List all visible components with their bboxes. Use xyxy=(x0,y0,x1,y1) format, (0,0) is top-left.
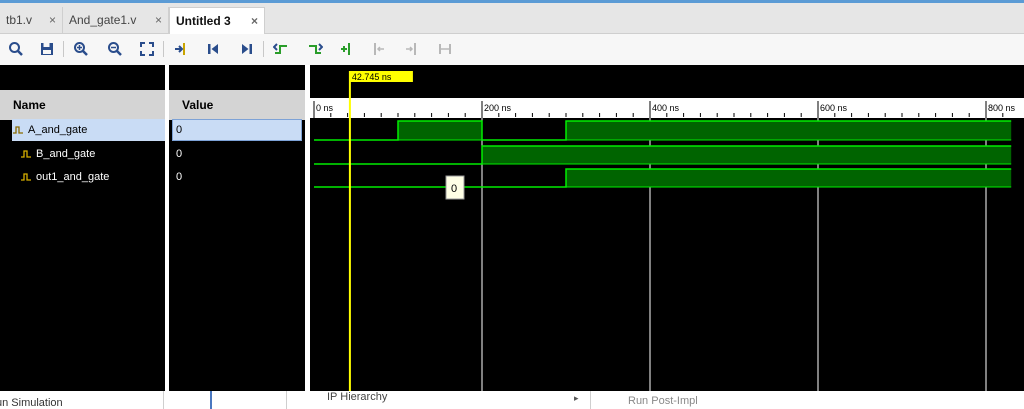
signal-name-row[interactable]: out1_and_gate xyxy=(20,166,165,188)
go-to-last-time-icon[interactable] xyxy=(236,38,258,60)
timeline-tick-label: 200 ns xyxy=(484,103,512,113)
value-header-label: Value xyxy=(182,98,214,112)
signal-value-row[interactable]: 0 xyxy=(172,119,302,141)
signal-name: out1_and_gate xyxy=(36,171,110,183)
run-simulation-label: un Simulation xyxy=(0,397,63,409)
next-marker-icon[interactable] xyxy=(400,38,422,60)
next-transition-icon[interactable] xyxy=(304,38,326,60)
signal-value: 0 xyxy=(176,171,183,183)
close-icon[interactable]: × xyxy=(251,14,258,28)
name-column-header[interactable]: Name xyxy=(0,90,165,120)
go-to-time-zero-icon[interactable] xyxy=(202,38,224,60)
previous-transition-icon[interactable] xyxy=(270,38,292,60)
signal-name-row[interactable]: A_and_gate xyxy=(12,119,165,141)
value-column-header[interactable]: Value xyxy=(169,90,305,120)
zoom-out-icon[interactable] xyxy=(104,38,126,60)
search-icon[interactable] xyxy=(5,38,27,60)
close-icon[interactable]: × xyxy=(155,13,162,27)
close-icon[interactable]: × xyxy=(49,13,56,27)
signal-name: A_and_gate xyxy=(28,124,88,136)
name-header-label: Name xyxy=(13,98,46,112)
signal-value-panel: Value 0 0 0 xyxy=(169,65,305,391)
cursor-time-label: 42.745 ns xyxy=(352,72,392,82)
value-tooltip-text: 0 xyxy=(451,183,457,195)
signal-value: 0 xyxy=(176,148,183,160)
tab-and-gate1-v[interactable]: And_gate1.v × xyxy=(63,7,169,33)
signal-name-panel: Name A_and_gate B_and_gate out1_and_gate xyxy=(0,65,165,391)
tab-label: tb1.v xyxy=(6,13,33,27)
go-to-cursor-icon[interactable] xyxy=(170,38,192,60)
save-icon[interactable] xyxy=(36,38,58,60)
signal-name-row[interactable]: B_and_gate xyxy=(20,143,165,165)
timeline-tick-label: 400 ns xyxy=(652,103,680,113)
signal-value-row[interactable]: 0 xyxy=(176,143,302,165)
zoom-fit-icon[interactable] xyxy=(136,38,158,60)
editor-tab-bar: tb1.v × And_gate1.v × Untitled 3 × xyxy=(0,3,1024,34)
swap-cursors-icon[interactable] xyxy=(434,38,456,60)
signal-icon xyxy=(13,126,23,134)
wave-high-fill xyxy=(482,146,1012,164)
waveform-toolbar xyxy=(0,34,1024,65)
wave-high-fill xyxy=(566,121,1012,140)
tab-label: Untitled 3 xyxy=(176,14,231,28)
timeline-tick-label: 0 ns xyxy=(316,103,334,113)
signal-value: 0 xyxy=(176,124,183,136)
signal-value-row[interactable]: 0 xyxy=(176,166,302,188)
wave-high-fill xyxy=(398,121,482,140)
signal-name: B_and_gate xyxy=(36,148,96,160)
previous-marker-icon[interactable] xyxy=(368,38,390,60)
run-post-impl-label: Run Post-Impl xyxy=(628,395,698,407)
zoom-in-icon[interactable] xyxy=(70,38,92,60)
underlying-window-strip: un Simulation IP Hierarchy ▸ Run Post-Im… xyxy=(0,391,1024,409)
tab-label: And_gate1.v xyxy=(69,13,137,27)
expand-arrow-icon: ▸ xyxy=(574,393,579,403)
signal-icon xyxy=(21,150,31,158)
tab-untitled-3[interactable]: Untitled 3 × xyxy=(169,7,265,34)
timeline-tick-label: 600 ns xyxy=(820,103,848,113)
add-marker-icon[interactable] xyxy=(336,38,358,60)
ip-hierarchy-label: IP Hierarchy xyxy=(327,391,388,403)
signal-icon xyxy=(21,173,31,181)
tab-tb1-v[interactable]: tb1.v × xyxy=(0,7,63,33)
wave-high-fill xyxy=(566,169,1012,187)
waveform-splitter[interactable] xyxy=(305,65,310,391)
timeline-tick-label: 800 ns xyxy=(988,103,1016,113)
